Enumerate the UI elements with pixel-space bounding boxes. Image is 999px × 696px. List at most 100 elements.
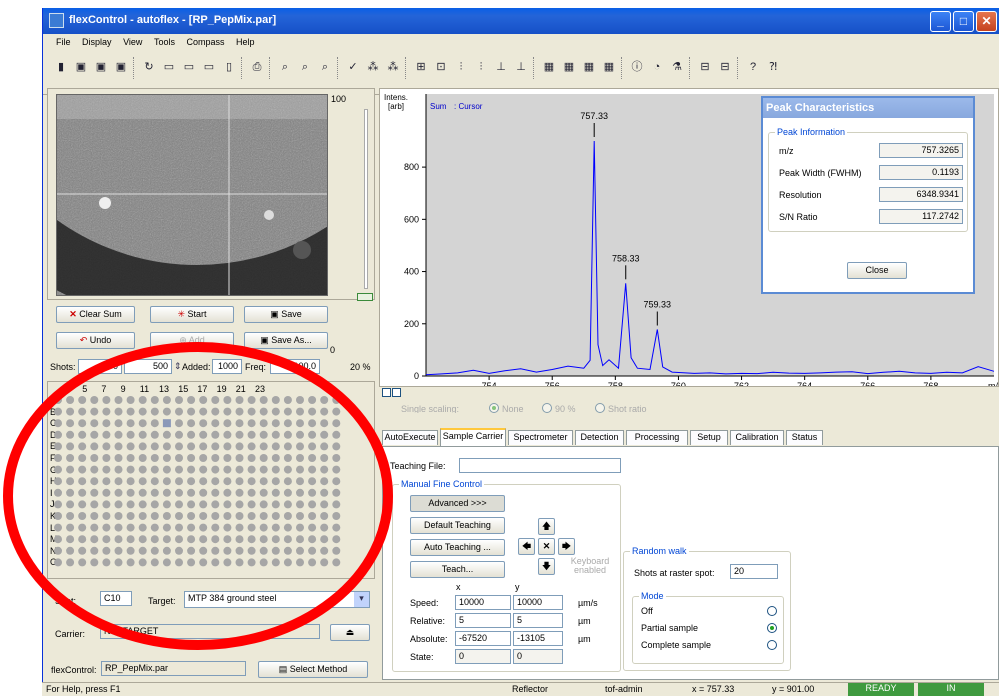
plate-spot[interactable] <box>283 546 292 555</box>
plate-spot[interactable] <box>283 430 292 439</box>
plate-spot[interactable] <box>138 512 147 520</box>
table-icon[interactable]: ▦ <box>601 59 617 75</box>
plate-spot[interactable] <box>308 535 317 544</box>
bars-icon[interactable]: ⊥ <box>493 59 509 75</box>
plate-spot[interactable] <box>90 407 99 416</box>
plate-spot[interactable] <box>126 512 135 520</box>
plate-spot[interactable] <box>211 512 220 520</box>
plate-spot[interactable] <box>211 546 220 555</box>
plate-spot[interactable] <box>78 488 87 497</box>
plate-spot[interactable] <box>78 477 87 486</box>
plate-spot[interactable] <box>90 465 99 474</box>
plate-spot[interactable] <box>235 477 244 486</box>
plate-spot[interactable] <box>283 454 292 462</box>
plate-spot[interactable] <box>199 407 208 416</box>
open-icon[interactable]: ▮ <box>53 59 69 75</box>
plate-spot[interactable] <box>296 477 304 486</box>
refresh-icon[interactable]: ↻ <box>141 59 157 75</box>
plate-spot[interactable] <box>283 442 292 451</box>
plate-spot[interactable] <box>235 407 244 416</box>
plate-spot[interactable] <box>296 558 304 567</box>
plate-spot[interactable] <box>199 558 208 567</box>
plate-spot[interactable] <box>223 512 232 520</box>
plate-spot[interactable] <box>259 407 268 416</box>
plate-spot[interactable] <box>211 535 220 544</box>
plate-spot[interactable] <box>78 535 87 544</box>
plate-spot[interactable] <box>308 430 317 439</box>
plate-spot[interactable] <box>138 396 147 404</box>
plate-spot[interactable] <box>235 465 244 474</box>
plate-spot[interactable] <box>235 500 244 509</box>
plate-spot[interactable] <box>187 546 196 555</box>
bars-icon[interactable]: ⫶ <box>473 59 489 75</box>
plate-spot[interactable] <box>296 407 304 416</box>
mode-complete-radio[interactable] <box>767 640 777 650</box>
plate-spot[interactable] <box>259 465 268 474</box>
plate-spot[interactable] <box>187 477 196 486</box>
window-icon[interactable]: ▭ <box>201 59 217 75</box>
plate-spot[interactable] <box>235 523 244 532</box>
plate-spot[interactable] <box>162 558 171 567</box>
plate-spot[interactable] <box>78 407 87 416</box>
plate-spot[interactable] <box>332 512 341 520</box>
radio-none[interactable] <box>489 403 499 413</box>
peak-icon[interactable]: ⁂ <box>365 59 381 75</box>
plate-spot[interactable] <box>223 454 232 462</box>
plate-spot[interactable] <box>138 442 147 451</box>
plate-spot[interactable] <box>78 523 87 532</box>
panel-icon[interactable]: ⊟ <box>717 59 733 75</box>
menu-help[interactable]: Help <box>231 34 259 47</box>
plate-spot[interactable] <box>102 558 111 567</box>
plate-spot[interactable] <box>54 523 62 532</box>
plate-spot[interactable] <box>126 419 135 428</box>
plate-spot[interactable] <box>308 546 317 555</box>
plate-spot[interactable] <box>199 546 208 555</box>
plate-spot[interactable] <box>175 488 183 497</box>
plate-spot[interactable] <box>247 465 256 474</box>
plate-spot[interactable] <box>296 535 304 544</box>
peak-close-button[interactable]: Close <box>847 262 907 279</box>
shots-step-field[interactable]: 500 <box>124 359 172 374</box>
plate-spot[interactable] <box>126 442 135 451</box>
plate-spot[interactable] <box>175 419 183 428</box>
plate-spot[interactable] <box>150 407 159 416</box>
plate-spot[interactable] <box>199 465 208 474</box>
plate-spot[interactable] <box>102 419 111 428</box>
absolute-y-field[interactable]: -13105 <box>513 631 563 646</box>
plate-spot[interactable] <box>138 454 147 462</box>
plate-spot[interactable] <box>90 396 99 404</box>
plate-spot[interactable] <box>126 500 135 509</box>
plate-spot[interactable] <box>150 546 159 555</box>
menu-compass[interactable]: Compass <box>181 34 228 47</box>
plate-spot[interactable] <box>102 465 111 474</box>
plate-spot[interactable] <box>271 407 280 416</box>
plate-spot[interactable] <box>247 430 256 439</box>
plate-spot[interactable] <box>271 523 280 532</box>
plate-spot[interactable] <box>320 535 329 544</box>
plate-spot[interactable] <box>187 488 196 497</box>
plate-spot[interactable] <box>126 454 135 462</box>
plate-spot[interactable] <box>247 477 256 486</box>
plate-spot[interactable] <box>332 454 341 462</box>
menu-display[interactable]: Display <box>77 34 116 47</box>
plate-spot[interactable] <box>90 488 99 497</box>
plate-spot[interactable] <box>66 407 75 416</box>
plate-spot[interactable] <box>66 396 75 404</box>
plate-spot[interactable] <box>320 546 329 555</box>
plate-spot[interactable] <box>211 396 220 404</box>
plate-spot[interactable] <box>138 500 147 509</box>
mode-off-radio[interactable] <box>767 606 777 616</box>
plate-spot[interactable] <box>54 477 62 486</box>
plate-spot[interactable] <box>211 523 220 532</box>
plate-spot[interactable] <box>320 407 329 416</box>
plate-spot[interactable] <box>320 442 329 451</box>
plate-spot[interactable] <box>199 430 208 439</box>
checkbox-icon[interactable] <box>382 388 391 397</box>
plate-spot[interactable] <box>259 523 268 532</box>
plate-spot[interactable] <box>150 512 159 520</box>
plate-spot[interactable] <box>102 523 111 532</box>
plate-spot[interactable] <box>90 454 99 462</box>
plate-spot[interactable] <box>283 407 292 416</box>
plate-spot[interactable] <box>90 512 99 520</box>
plate-spot[interactable] <box>283 396 292 404</box>
